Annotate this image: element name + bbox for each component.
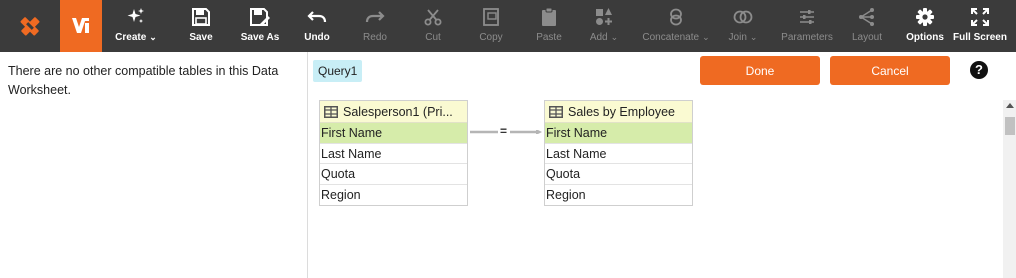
table-column-quota[interactable]: Quota bbox=[320, 164, 467, 185]
chevron-down-icon: ⌄ bbox=[702, 32, 710, 42]
table-salesperson1[interactable]: Salesperson1 (Pri... First Name Last Nam… bbox=[319, 100, 468, 206]
table-icon bbox=[324, 105, 338, 118]
cut-label: Cut bbox=[425, 32, 441, 43]
save-as-label: Save As bbox=[240, 32, 280, 43]
undo-label: Undo bbox=[304, 32, 330, 43]
table-column-region[interactable]: Region bbox=[545, 185, 692, 206]
table-column-first-name[interactable]: First Name bbox=[545, 123, 692, 144]
scroll-up-arrow-icon[interactable] bbox=[1006, 103, 1014, 108]
no-compatible-tables-message: There are no other compatible tables in … bbox=[8, 64, 279, 97]
save-as-button[interactable]: Save As bbox=[238, 0, 282, 52]
table-title: Sales by Employee bbox=[568, 104, 676, 119]
save-label: Save bbox=[189, 32, 213, 43]
clipboard-icon bbox=[542, 7, 556, 26]
paste-label: Paste bbox=[536, 32, 562, 43]
chevron-down-icon: ⌄ bbox=[749, 32, 758, 42]
worksheet-logo[interactable] bbox=[60, 0, 102, 52]
parameters-button[interactable]: Parameters bbox=[778, 0, 836, 52]
gear-icon bbox=[916, 8, 934, 26]
save-as-icon bbox=[250, 8, 270, 26]
compatible-tables-panel: There are no other compatible tables in … bbox=[0, 52, 308, 278]
join-icon bbox=[733, 10, 753, 24]
redo-icon bbox=[365, 11, 385, 23]
table-header[interactable]: Salesperson1 (Pri... bbox=[320, 101, 467, 123]
cancel-button[interactable]: Cancel bbox=[830, 56, 950, 85]
vi-logo-icon bbox=[72, 18, 89, 33]
full-screen-label: Full Screen bbox=[953, 32, 1007, 43]
table-header[interactable]: Sales by Employee bbox=[545, 101, 692, 123]
table-sales-by-employee[interactable]: Sales by Employee First Name Last Name Q… bbox=[544, 100, 693, 206]
table-column-last-name[interactable]: Last Name bbox=[545, 144, 692, 164]
sparkle-icon bbox=[127, 8, 144, 23]
table-title: Salesperson1 (Pri... bbox=[343, 104, 453, 119]
table-column-quota[interactable]: Quota bbox=[545, 164, 692, 185]
join-label: Join bbox=[728, 32, 747, 43]
scrollbar-thumb[interactable] bbox=[1005, 117, 1015, 135]
toolbar: Create ⌄ Save Save As Undo Redo Cut Copy… bbox=[0, 0, 1016, 52]
help-icon[interactable]: ? bbox=[970, 61, 988, 79]
full-screen-button[interactable]: Full Screen bbox=[952, 0, 1008, 52]
concatenate-button[interactable]: Concatenate ⌄ bbox=[638, 0, 714, 52]
redo-button[interactable]: Redo bbox=[360, 0, 390, 52]
done-button[interactable]: Done bbox=[700, 56, 820, 85]
join-operator[interactable]: = bbox=[500, 124, 507, 138]
paste-button[interactable]: Paste bbox=[534, 0, 564, 52]
cut-button[interactable]: Cut bbox=[418, 0, 448, 52]
table-column-last-name[interactable]: Last Name bbox=[320, 144, 467, 164]
chevron-down-icon: ⌄ bbox=[149, 32, 157, 42]
create-button[interactable]: Create ⌄ bbox=[112, 0, 160, 52]
layout-label: Layout bbox=[851, 32, 883, 43]
copy-button[interactable]: Copy bbox=[476, 0, 506, 52]
save-icon bbox=[192, 8, 210, 26]
undo-icon bbox=[307, 11, 327, 23]
undo-button[interactable]: Undo bbox=[302, 0, 332, 52]
options-label: Options bbox=[906, 32, 944, 43]
table-column-first-name[interactable]: First Name bbox=[320, 123, 467, 144]
sliders-icon bbox=[800, 10, 814, 24]
pencil-ruler-logo-icon bbox=[20, 17, 40, 36]
app-logo[interactable] bbox=[10, 0, 50, 52]
copy-icon bbox=[483, 8, 499, 26]
parameters-label: Parameters bbox=[781, 32, 833, 43]
layout-button[interactable]: Layout bbox=[848, 0, 886, 52]
concatenate-label: Concatenate bbox=[642, 32, 700, 43]
join-button[interactable]: Join ⌄ bbox=[724, 0, 762, 52]
add-button[interactable]: Add ⌄ bbox=[584, 0, 624, 52]
table-icon bbox=[549, 105, 563, 118]
copy-label: Copy bbox=[479, 32, 503, 43]
redo-label: Redo bbox=[363, 32, 387, 43]
options-button[interactable]: Options bbox=[904, 0, 946, 52]
create-label: Create bbox=[115, 32, 147, 43]
table-column-region[interactable]: Region bbox=[320, 185, 467, 206]
add-label: Add bbox=[589, 32, 608, 43]
fullscreen-icon bbox=[971, 8, 989, 26]
concatenate-icon bbox=[670, 8, 682, 26]
scissors-icon bbox=[424, 9, 442, 26]
save-button[interactable]: Save bbox=[186, 0, 216, 52]
query-tab[interactable]: Query1 bbox=[313, 60, 363, 82]
chevron-down-icon: ⌄ bbox=[610, 32, 619, 42]
layout-icon bbox=[859, 8, 874, 26]
add-shapes-icon bbox=[596, 8, 612, 25]
